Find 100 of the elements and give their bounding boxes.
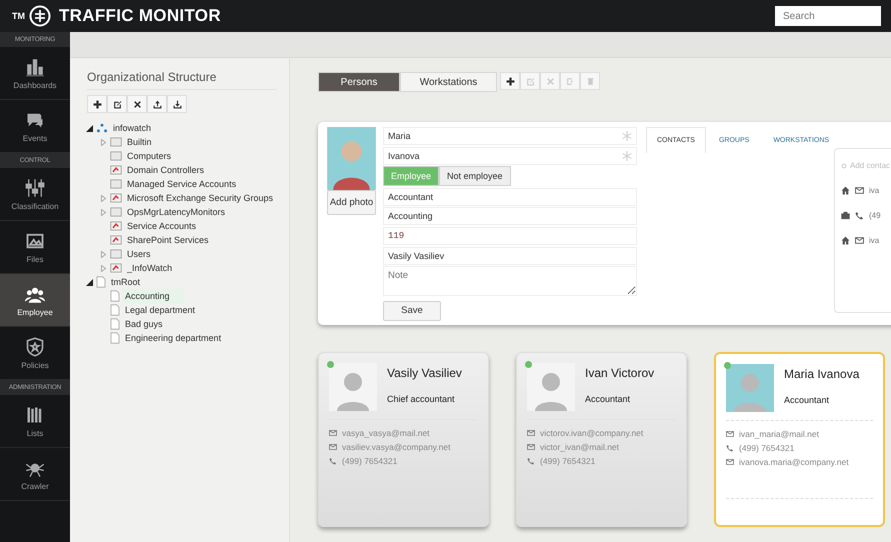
document-icon [110, 290, 120, 302]
folder-icon [110, 207, 122, 217]
search-field[interactable]: Search [775, 6, 881, 26]
nav-item[interactable]: Employee [0, 274, 70, 327]
collapsed-arrow-icon[interactable] [100, 194, 107, 202]
contact-value: ivan_maria@mail.net [739, 429, 819, 439]
collapsed-arrow-icon[interactable] [100, 264, 107, 272]
briefcase-icon [841, 211, 850, 220]
collapsed-arrow-icon[interactable] [100, 208, 107, 216]
photo-placeholder [327, 127, 376, 190]
person-card[interactable]: Vasily Vasiliev Chief accountant vasya_vasya@mail.net vasiliev.vasya@company.net (499) 7654321 [318, 352, 489, 527]
avatar-silhouette [329, 363, 377, 411]
expanded-arrow-icon[interactable] [86, 278, 93, 286]
tree-item[interactable]: infowatch [111, 121, 152, 135]
download-button[interactable] [167, 95, 187, 113]
contact-value: iva [869, 186, 880, 195]
edit-icon [112, 100, 122, 108]
document-icon [110, 318, 120, 330]
folder-icon [110, 137, 122, 147]
mail-icon [527, 429, 535, 437]
close-button[interactable] [127, 95, 147, 113]
person-name: Maria Ivanova [784, 367, 860, 381]
folder-icon [110, 249, 122, 259]
home-icon [841, 186, 850, 195]
contact-value: iva [869, 236, 880, 245]
text-field[interactable]: Maria [383, 127, 637, 145]
phone-icon [527, 457, 535, 465]
download-icon [172, 100, 182, 108]
document-icon [110, 304, 120, 316]
person-name: Vasily Vasiliev [387, 366, 462, 380]
contact-value: vasya_vasya@mail.net [342, 428, 430, 438]
mail-icon [726, 458, 734, 466]
group-folder-icon [110, 221, 122, 231]
collapsed-arrow-icon[interactable] [100, 250, 107, 258]
person-role: Accountant [585, 394, 632, 404]
text-field[interactable]: Ivanova [383, 146, 637, 165]
document-icon [96, 276, 106, 288]
mail-icon [329, 429, 337, 437]
tree-item[interactable]: Builtin [125, 135, 152, 149]
upload-icon [152, 100, 162, 108]
logo-icon [29, 5, 51, 27]
collapsed-arrow-icon[interactable] [100, 138, 107, 146]
group-folder-icon [110, 235, 122, 245]
mail-icon [329, 443, 337, 451]
avatar-silhouette [527, 363, 575, 411]
add-button[interactable] [87, 95, 107, 113]
tree-item[interactable]: Managed Service Accounts [125, 177, 236, 191]
add-button[interactable] [500, 72, 520, 90]
tree-item[interactable]: Service Accounts [125, 219, 196, 233]
group-folder-icon [110, 165, 122, 175]
group-folder-icon [110, 193, 122, 203]
tree-item[interactable]: Accounting [123, 289, 184, 303]
avatar-silhouette [726, 364, 774, 412]
tree-item[interactable]: Microsoft Exchange Security Groups [125, 191, 274, 205]
mail-icon [726, 430, 734, 438]
app-title: TRAFFIC MONITOR [59, 6, 221, 26]
document-icon [110, 332, 120, 344]
view-tab[interactable]: Workstations [400, 72, 497, 92]
tree-item[interactable]: Engineering department [123, 331, 222, 345]
text-field[interactable]: Vasily Vasiliev [383, 246, 637, 265]
tree-item[interactable]: Bad guys [123, 317, 163, 331]
tree-item[interactable]: SharePoint Services [125, 233, 209, 247]
upload-button[interactable] [147, 95, 167, 113]
contact-value: ivanova.maria@company.net [739, 457, 849, 467]
tree-item[interactable]: OpsMgrLatencyMonitors [125, 205, 226, 219]
person-card[interactable]: Ivan Victorov Accountant victorov.ivan@company.net victor_ivan@mail.net (499) 7654321 [516, 352, 687, 527]
text-field[interactable]: Accounting [383, 207, 637, 226]
save-button[interactable]: Save [383, 300, 441, 321]
logo-mark: TM [12, 11, 25, 21]
tree-item[interactable]: Computers [125, 149, 172, 163]
group-folder-icon [110, 263, 122, 273]
trash-icon [586, 76, 594, 86]
text-field[interactable]: Accountant [383, 188, 637, 206]
panel-title: Organizational Structure [87, 70, 277, 90]
expanded-arrow-icon[interactable] [86, 124, 93, 132]
text-field[interactable]: 119 [383, 226, 637, 245]
person-role: Chief accountant [387, 394, 456, 404]
folder-icon [110, 151, 122, 161]
add-photo-button[interactable]: Add photo [327, 190, 376, 215]
contact-value: victorov.ivan@company.net [540, 428, 644, 438]
shield-icon [25, 336, 45, 356]
view-tab[interactable]: Persons [318, 72, 400, 92]
add-icon [506, 76, 514, 86]
tree-item[interactable]: Users [125, 247, 151, 261]
tree-item[interactable]: tmRoot [109, 275, 140, 289]
tree-item[interactable]: Legal department [123, 303, 196, 317]
sliders-icon [25, 178, 45, 198]
edit-button[interactable] [107, 95, 127, 113]
person-card[interactable]: Maria Ivanova Accountant ivan_maria@mail.net (499) 7654321 ivanova.maria@company.net [714, 352, 885, 527]
person-role: Accountant [784, 395, 830, 405]
tree-item[interactable]: _InfoWatch [125, 261, 172, 275]
person-name: Ivan Victorov [585, 366, 654, 380]
note-field[interactable]: Note [383, 266, 637, 296]
tree-item[interactable]: Domain Controllers [125, 163, 204, 177]
phone-icon [329, 457, 337, 465]
employment-option[interactable]: Not employee [439, 166, 511, 186]
contact-value: (499) 7654321 [342, 456, 398, 466]
contact-value: victor_ivan@mail.net [540, 442, 620, 452]
folder-icon [110, 179, 122, 189]
close-icon [132, 100, 142, 108]
